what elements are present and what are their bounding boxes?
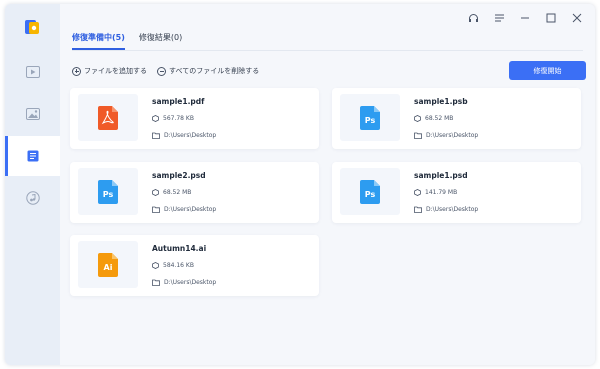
file-path: D:\Users\Desktop [426,132,479,139]
add-files-button[interactable]: ファイルを追加する [72,66,147,76]
minimize-icon[interactable] [519,12,531,24]
maximize-icon[interactable] [545,12,557,24]
file-size: 584.16 KB [163,262,194,269]
start-repair-button[interactable]: 修復開始 [509,61,586,80]
photoshop-file-icon: Ps [360,105,380,130]
menu-icon[interactable] [493,12,505,24]
size-icon [152,189,159,196]
file-type-label: Ps [103,190,114,199]
app-logo-icon [23,18,41,36]
folder-icon [414,206,422,213]
file-card[interactable]: Ai Autumn14.ai 584.16 KB D:\Users\Deskto… [70,235,319,296]
app-window: 修復準備中(5) 修復結果(0) ファイルを追加する すべてのファイルを削除する… [5,4,595,365]
file-size: 141.79 MB [425,189,458,196]
sidebar-item-video[interactable] [5,52,60,92]
file-card[interactable]: Ps sample2.psd 68.52 MB D:\Users\Desktop [70,162,319,223]
size-icon [414,115,421,122]
main-panel: 修復準備中(5) 修復結果(0) ファイルを追加する すべてのファイルを削除する… [60,4,595,365]
file-path: D:\Users\Desktop [164,279,217,286]
file-path: D:\Users\Desktop [164,132,217,139]
illustrator-file-icon: Ai [98,252,118,277]
file-card[interactable]: Ps sample1.psb 68.52 MB D:\Users\Desktop [332,88,581,149]
size-icon [152,115,159,122]
close-icon[interactable] [571,12,583,24]
file-path: D:\Users\Desktop [164,206,217,213]
file-type-label: Ps [365,116,376,125]
file-size: 68.52 MB [163,189,192,196]
photoshop-file-icon: Ps [360,179,380,204]
sidebar-item-music[interactable] [5,178,60,218]
tab-pending[interactable]: 修復準備中(5) [72,32,125,50]
add-files-label: ファイルを追加する [84,67,147,75]
file-thumbnail: Ps [78,168,138,215]
delete-all-label: すべてのファイルを削除する [169,67,260,75]
file-size-row: 141.79 MB [414,189,457,196]
document-icon [27,150,38,162]
file-size-row: 68.52 MB [152,189,191,196]
photoshop-file-icon: Ps [98,179,118,204]
toolbar: ファイルを追加する すべてのファイルを削除する [72,66,259,76]
file-card[interactable]: sample1.pdf 567.78 KB D:\Users\Desktop [70,88,319,149]
file-name: Autumn14.ai [152,244,207,253]
file-size: 567.78 KB [163,115,194,122]
pdf-file-icon [98,105,118,130]
sidebar-item-photo[interactable] [5,94,60,134]
file-path-row: D:\Users\Desktop [414,206,478,213]
file-path-row: D:\Users\Desktop [152,206,216,213]
tab-results[interactable]: 修復結果(0) [139,32,182,50]
file-thumbnail: Ps [340,94,400,141]
headset-icon[interactable] [467,12,479,24]
size-icon [414,189,421,196]
size-icon [152,262,159,269]
file-size: 68.52 MB [425,115,454,122]
file-name: sample1.psd [414,171,468,180]
sidebar-item-document[interactable] [5,136,60,176]
add-icon [72,66,81,76]
folder-icon [152,206,160,213]
file-thumbnail: Ps [340,168,400,215]
file-path-row: D:\Users\Desktop [152,279,216,286]
file-type-label: Ai [104,263,113,272]
file-size-row: 567.78 KB [152,115,194,122]
file-size-row: 68.52 MB [414,115,453,122]
remove-icon [157,66,166,76]
video-icon [25,66,40,78]
photo-icon [25,108,40,120]
file-name: sample1.pdf [152,97,205,106]
music-icon [25,191,40,205]
file-type-label: Ps [365,190,376,199]
file-name: sample1.psb [414,97,468,106]
file-name: sample2.psd [152,171,206,180]
file-thumbnail: Ai [78,241,138,288]
file-card[interactable]: Ps sample1.psd 141.79 MB D:\Users\Deskto… [332,162,581,223]
delete-all-button[interactable]: すべてのファイルを削除する [157,66,259,76]
file-size-row: 584.16 KB [152,262,194,269]
folder-icon [414,132,422,139]
file-path: D:\Users\Desktop [426,206,479,213]
tab-divider [72,50,583,51]
file-path-row: D:\Users\Desktop [152,132,216,139]
sidebar [5,4,60,365]
tab-bar: 修復準備中(5) 修復結果(0) [72,32,182,50]
folder-icon [152,279,160,286]
window-controls [467,12,583,24]
file-path-row: D:\Users\Desktop [414,132,478,139]
folder-icon [152,132,160,139]
file-thumbnail [78,94,138,141]
